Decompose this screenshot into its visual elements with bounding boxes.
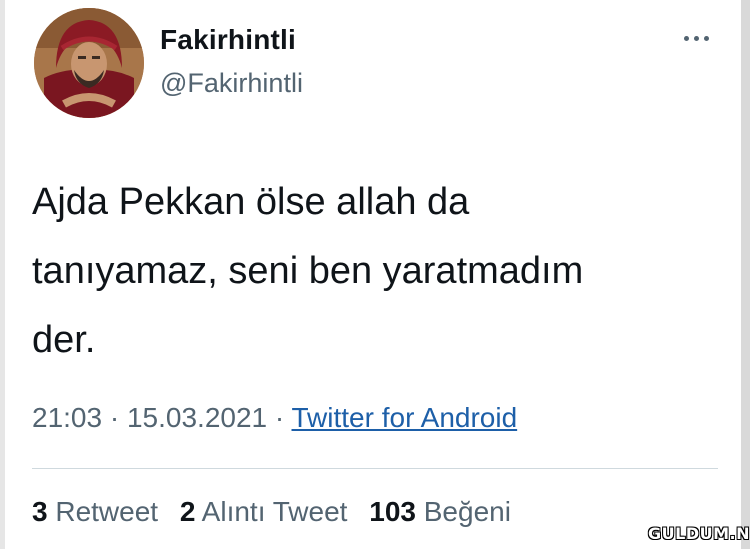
author-handle[interactable]: @Fakirhintli [160, 68, 303, 99]
author-name[interactable]: Fakirhintli [160, 24, 296, 56]
retweet-label: Retweet [55, 496, 159, 527]
tweet-date[interactable]: 15.03.2021 [127, 402, 267, 433]
tweet-time[interactable]: 21:03 [32, 402, 102, 433]
tweet-meta: 21:03 · 15.03.2021 · Twitter for Android [32, 402, 517, 434]
quote-tweet-count-link[interactable]: 2 Alıntı Tweet [180, 496, 348, 527]
divider [32, 468, 718, 469]
left-edge-strip [0, 0, 5, 549]
more-options-button[interactable] [680, 26, 720, 50]
right-edge-strip [741, 0, 750, 549]
avatar[interactable] [34, 8, 144, 118]
site-watermark: GULDUM.NET [648, 524, 750, 543]
retweet-count: 3 [32, 496, 48, 527]
meta-separator: · [109, 402, 120, 433]
quote-tweet-label: Alıntı Tweet [201, 496, 348, 527]
tweet-stats: 3 Retweet 2 Alıntı Tweet 103 Beğeni [32, 496, 525, 528]
like-count-link[interactable]: 103 Beğeni [369, 496, 511, 527]
like-count: 103 [369, 496, 416, 527]
tweet-text: Ajda Pekkan ölse allah da tanıyamaz, sen… [32, 181, 584, 361]
like-label: Beğeni [423, 496, 511, 527]
tweet-source-link[interactable]: Twitter for Android [292, 402, 518, 433]
meta-separator: · [274, 402, 285, 433]
quote-tweet-count: 2 [179, 496, 196, 527]
retweet-count-link[interactable]: 3 Retweet [32, 496, 158, 527]
person-with-red-turban-avatar-icon [34, 8, 144, 118]
